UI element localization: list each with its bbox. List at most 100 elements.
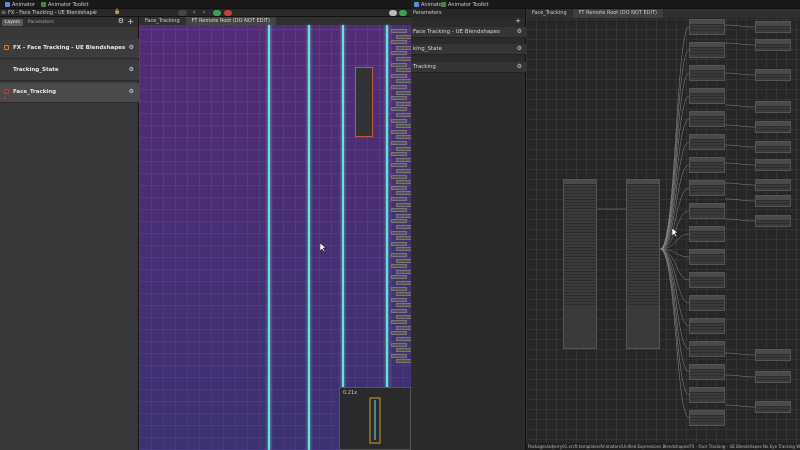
zoom-button[interactable]	[178, 10, 187, 16]
menu-icon[interactable]: ≡	[1, 9, 6, 16]
motion-node[interactable]	[689, 88, 725, 104]
blend-tree-node[interactable]	[626, 179, 660, 349]
gear-icon[interactable]: ⚙	[517, 45, 522, 52]
motion-node[interactable]	[755, 159, 791, 171]
parameter-row[interactable]: king_State ⚙	[411, 44, 526, 55]
window-tab-animator-toolkit-2[interactable]: Animator Toolkit	[438, 0, 492, 9]
state-node[interactable]	[391, 275, 407, 280]
state-node[interactable]	[396, 236, 411, 241]
state-node[interactable]	[396, 180, 411, 185]
motion-node[interactable]	[755, 195, 791, 207]
state-node[interactable]	[391, 331, 407, 336]
state-node[interactable]	[396, 213, 411, 218]
motion-node[interactable]	[689, 272, 725, 288]
state-node[interactable]	[391, 118, 407, 123]
state-node[interactable]	[396, 34, 411, 39]
layer-gear-icon[interactable]: ⚙	[129, 66, 134, 73]
state-node[interactable]	[396, 113, 411, 117]
parameter-row[interactable]: Tracking ⚙	[411, 62, 526, 73]
camera-icon[interactable]	[389, 10, 397, 16]
motion-node[interactable]	[689, 111, 725, 127]
window-tab-animator-toolkit[interactable]: Animator Toolkit	[38, 0, 92, 9]
state-node[interactable]	[396, 325, 411, 330]
motion-node[interactable]	[689, 364, 725, 380]
motion-node[interactable]	[689, 134, 725, 150]
layer-gear-icon[interactable]: ⚙	[129, 88, 134, 95]
state-node[interactable]	[391, 51, 407, 56]
add-layer-button[interactable]: +	[127, 17, 134, 26]
state-node[interactable]	[396, 191, 411, 196]
state-node[interactable]	[396, 359, 411, 364]
state-node[interactable]	[396, 337, 411, 341]
state-node[interactable]	[396, 202, 411, 207]
motion-node[interactable]	[689, 249, 725, 265]
state-node[interactable]	[391, 163, 407, 168]
state-node[interactable]	[396, 169, 411, 173]
motion-node[interactable]	[755, 21, 791, 33]
state-node[interactable]	[391, 185, 407, 190]
add-parameter-button[interactable]: +	[515, 17, 521, 25]
state-node[interactable]	[391, 141, 407, 145]
state-node[interactable]	[396, 124, 411, 129]
motion-node[interactable]	[755, 371, 791, 383]
layer-item[interactable]: FX - Face Tracking - UE Blendshapes ⚙	[0, 39, 139, 59]
state-node[interactable]	[396, 348, 411, 353]
record-toggle-red[interactable]	[224, 10, 232, 16]
motion-node[interactable]	[689, 180, 725, 196]
state-node[interactable]	[391, 62, 407, 67]
motion-node[interactable]	[755, 141, 791, 153]
motion-node[interactable]	[755, 215, 791, 227]
blend-tree-node[interactable]	[563, 179, 597, 349]
motion-node[interactable]	[689, 387, 725, 403]
gear-icon[interactable]: ⚙	[517, 63, 522, 70]
tab-parameters[interactable]: Parameters	[25, 19, 57, 26]
state-node[interactable]	[391, 309, 407, 313]
motion-node[interactable]	[689, 341, 725, 357]
state-node[interactable]	[396, 101, 411, 106]
window-tab-animator[interactable]: Animator	[2, 0, 38, 9]
state-node[interactable]	[391, 107, 407, 112]
state-node[interactable]	[396, 57, 411, 61]
minimap[interactable]: 0.21x	[339, 387, 411, 450]
motion-node[interactable]	[755, 179, 791, 191]
eye-icon[interactable]	[399, 10, 407, 16]
state-node[interactable]	[396, 146, 411, 151]
layer-item[interactable]: Tracking_State ⚙	[0, 61, 139, 81]
state-node[interactable]	[391, 230, 407, 235]
gear-icon[interactable]: ⚙	[517, 28, 522, 35]
state-node[interactable]	[391, 241, 407, 246]
breadcrumb-item[interactable]: Face_Tracking	[139, 17, 186, 25]
state-node-selected[interactable]	[355, 67, 373, 137]
state-node[interactable]	[391, 219, 407, 224]
lock-icon[interactable]: 🔓	[114, 9, 120, 15]
blendtree-graph[interactable]: Face_Tracking FT Remote Root (DO NOT EDI…	[526, 9, 800, 450]
gear-icon[interactable]: ⚙	[118, 17, 124, 25]
motion-node[interactable]	[689, 226, 725, 242]
motion-node[interactable]	[755, 101, 791, 113]
state-node[interactable]	[391, 297, 407, 302]
motion-node[interactable]	[689, 203, 725, 219]
state-node[interactable]	[391, 342, 407, 347]
state-node[interactable]	[396, 135, 411, 140]
state-node[interactable]	[396, 247, 411, 252]
controller-breadcrumb[interactable]: FX - Face Tracking - UE Blendshap⊕	[8, 9, 97, 17]
state-node[interactable]	[391, 96, 407, 101]
motion-node[interactable]	[689, 318, 725, 334]
state-node[interactable]	[391, 129, 407, 134]
tab-layers[interactable]: Layers	[2, 18, 23, 26]
state-node[interactable]	[396, 258, 411, 263]
motion-node[interactable]	[689, 295, 725, 311]
state-node[interactable]	[391, 353, 407, 358]
state-node[interactable]	[391, 208, 407, 213]
state-node[interactable]	[396, 292, 411, 297]
motion-node[interactable]	[689, 157, 725, 173]
state-node[interactable]	[396, 303, 411, 308]
state-node[interactable]	[391, 320, 407, 325]
motion-node[interactable]	[755, 349, 791, 361]
forward-arrow-icon[interactable]: ›	[203, 10, 205, 16]
state-node[interactable]	[396, 45, 411, 50]
motion-node[interactable]	[755, 401, 791, 413]
transition-line[interactable]	[268, 25, 270, 450]
motion-node[interactable]	[755, 39, 791, 51]
state-node[interactable]	[396, 269, 411, 274]
